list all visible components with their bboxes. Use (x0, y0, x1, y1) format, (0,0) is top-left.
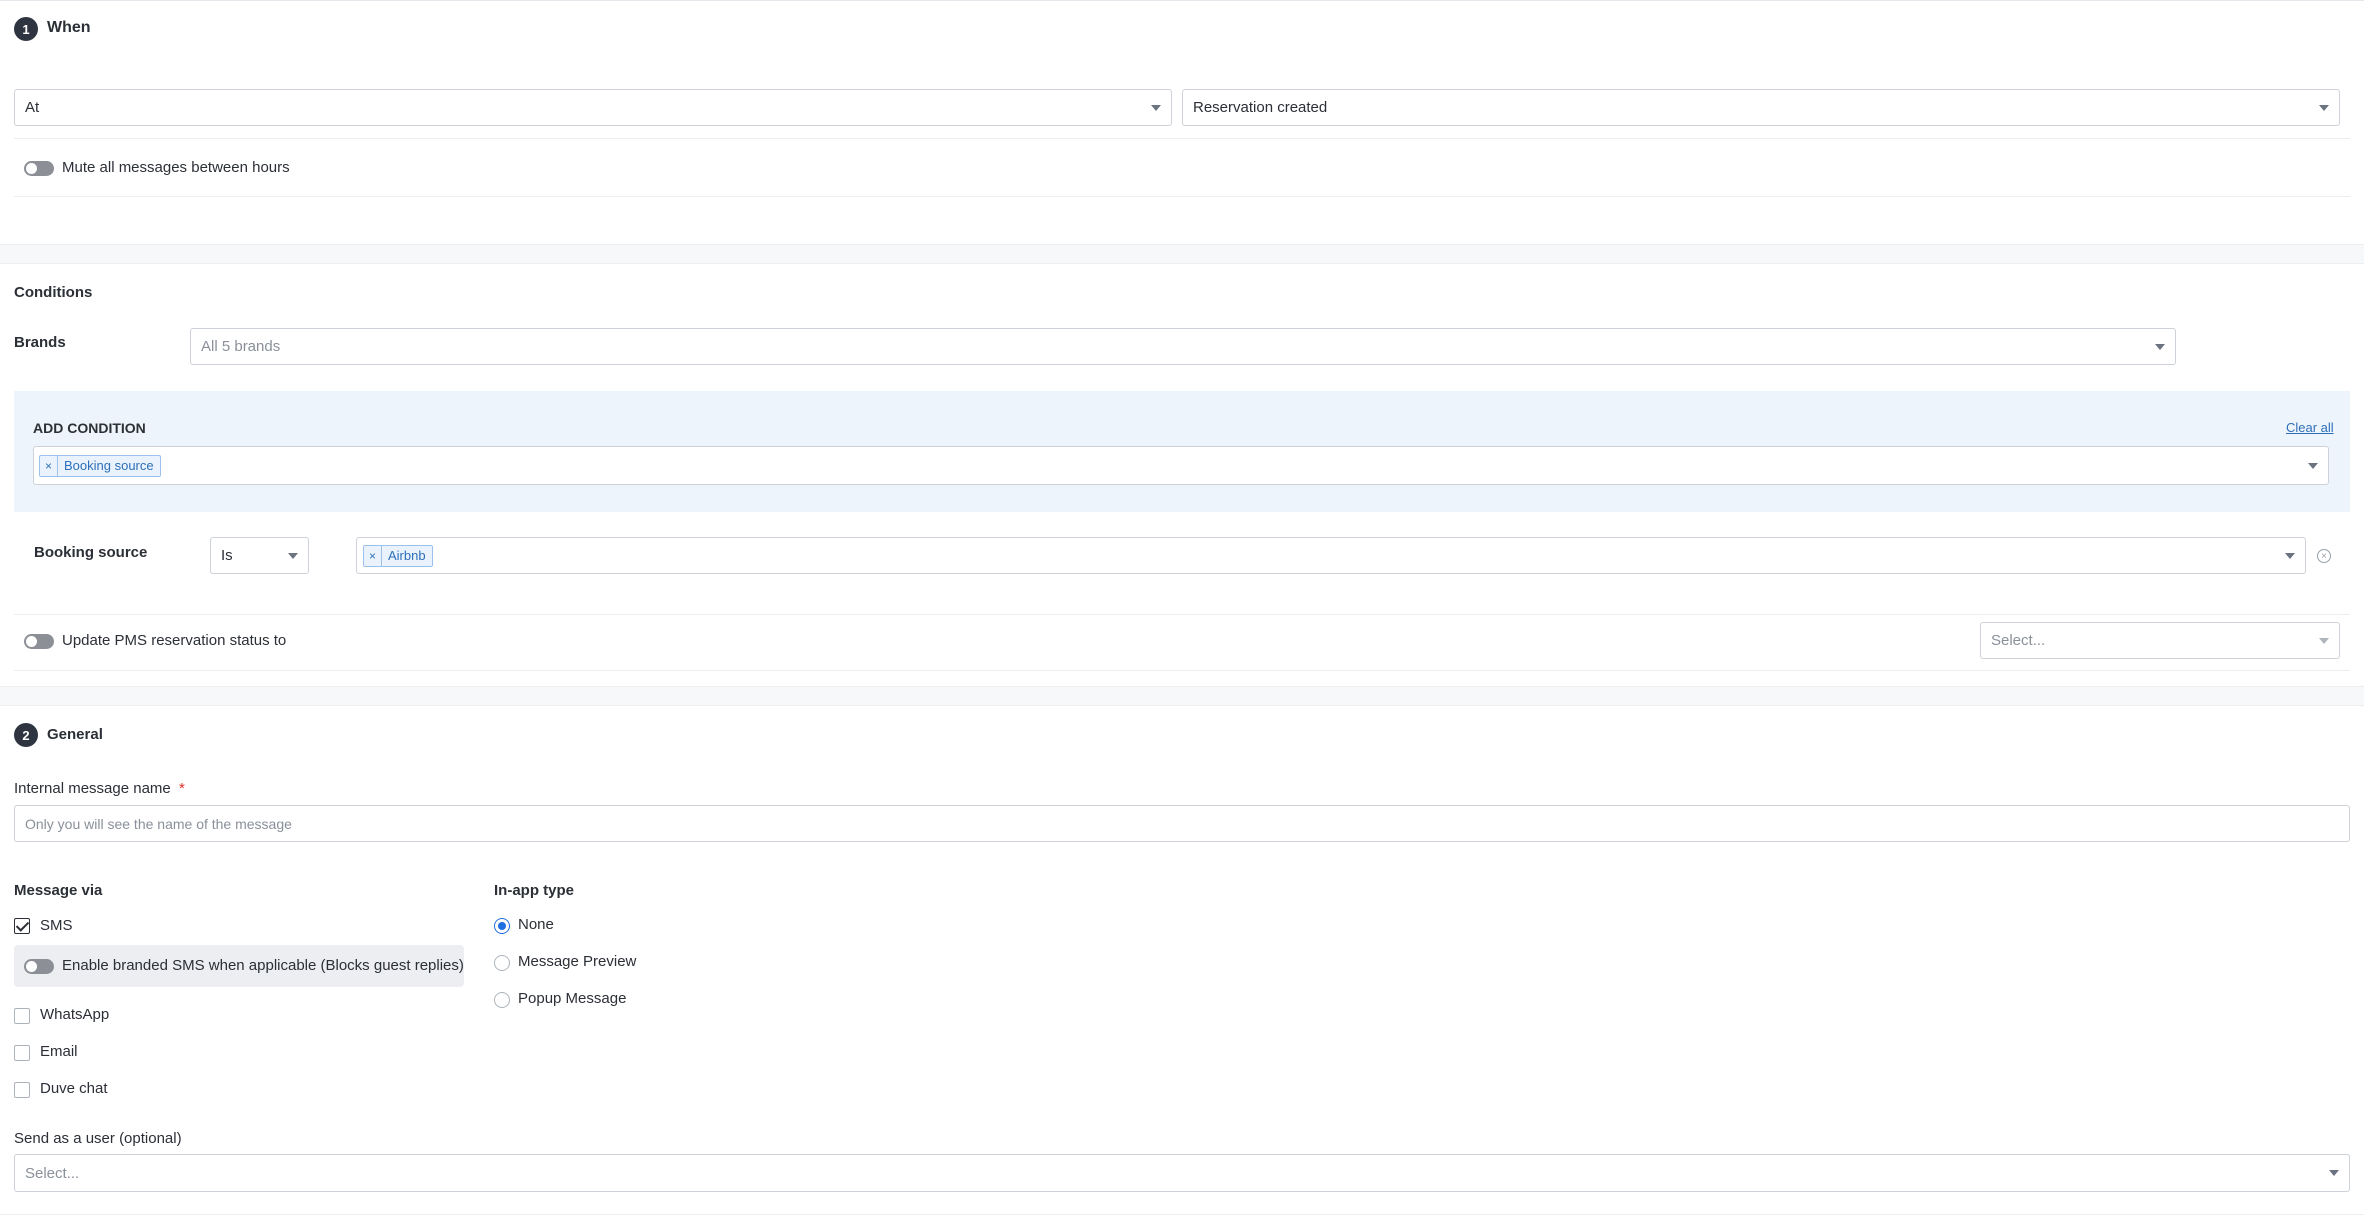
branded-sms-label: Enable branded SMS when applicable (Bloc… (62, 957, 464, 974)
whatsapp-label: WhatsApp (40, 1006, 110, 1023)
branded-sms-toggle[interactable] (24, 959, 54, 974)
divider (14, 138, 2350, 139)
timing-select-value: At (25, 99, 40, 116)
inapp-radio-popup-message[interactable] (494, 992, 510, 1008)
brands-select[interactable]: All 5 brands (190, 328, 2176, 365)
divider (14, 614, 2350, 615)
duve-chat-label: Duve chat (40, 1080, 108, 1097)
email-label: Email (40, 1043, 78, 1060)
email-checkbox[interactable] (14, 1045, 30, 1061)
message-via-label: Message via (14, 882, 103, 899)
step-number-2: 2 (14, 723, 38, 747)
booking-source-values-select[interactable]: × Airbnb (356, 537, 2306, 574)
brands-select-placeholder: All 5 brands (201, 338, 281, 355)
chevron-down-icon (288, 552, 298, 559)
mute-label: Mute all messages between hours (62, 159, 290, 176)
booking-source-label: Booking source (34, 544, 148, 561)
update-pms-label: Update PMS reservation status to (62, 632, 287, 649)
chevron-down-icon (2319, 104, 2329, 111)
condition-type-select[interactable]: × Booking source (33, 446, 2329, 485)
bottom-divider (0, 1214, 2364, 1215)
value-tag-airbnb: × Airbnb (363, 544, 433, 567)
internal-name-label-text: Internal message name (14, 780, 171, 797)
add-condition-panel: ADD CONDITION Clear all × Booking source (14, 391, 2350, 512)
timing-select[interactable]: At (14, 89, 1172, 126)
inapp-option-label: None (518, 916, 554, 933)
inapp-option-label: Message Preview (518, 953, 637, 970)
chevron-down-icon (2308, 462, 2318, 469)
value-tag-label: Airbnb (388, 548, 426, 563)
operator-select-value: Is (221, 547, 233, 564)
inapp-type-label: In-app type (494, 882, 575, 899)
event-select-value: Reservation created (1193, 99, 1328, 116)
remove-tag-icon[interactable]: × (40, 455, 58, 476)
required-mark: * (178, 780, 185, 797)
add-condition-title: ADD CONDITION (33, 420, 146, 436)
duve-chat-checkbox[interactable] (14, 1082, 30, 1098)
inapp-radio-none[interactable] (494, 918, 510, 934)
send-as-placeholder: Select... (25, 1164, 80, 1182)
general-heading: General (47, 726, 103, 743)
send-as-label: Send as a user (optional) (14, 1130, 182, 1147)
inapp-option-label: Popup Message (518, 990, 627, 1007)
sms-checkbox[interactable] (14, 918, 30, 934)
remove-tag-icon[interactable]: × (364, 545, 382, 566)
clear-all-link[interactable]: Clear all (2286, 420, 2334, 435)
internal-name-input[interactable] (14, 805, 2350, 842)
inapp-radio-message-preview[interactable] (494, 955, 510, 971)
divider (14, 196, 2350, 197)
internal-name-label: Internal message name * (14, 780, 185, 797)
mute-toggle[interactable] (24, 161, 54, 176)
event-select[interactable]: Reservation created (1182, 89, 2340, 126)
chevron-down-icon (1151, 104, 1161, 111)
branded-sms-panel: Enable branded SMS when applicable (Bloc… (14, 945, 464, 987)
step-number-1: 1 (14, 17, 38, 41)
section-separator (0, 686, 2364, 706)
brands-label: Brands (14, 334, 66, 351)
condition-tag-booking-source: × Booking source (39, 454, 161, 477)
when-heading: When (47, 19, 91, 36)
condition-tags: × Booking source (39, 454, 2300, 477)
chevron-down-icon (2319, 637, 2329, 644)
condition-tag-label: Booking source (64, 458, 154, 473)
chevron-down-icon (2155, 343, 2165, 350)
conditions-heading: Conditions (14, 284, 93, 301)
chevron-down-icon (2285, 552, 2295, 559)
whatsapp-checkbox[interactable] (14, 1008, 30, 1024)
section-separator (0, 244, 2364, 264)
operator-select[interactable]: Is (210, 537, 309, 574)
update-pms-toggle[interactable] (24, 634, 54, 649)
chevron-down-icon (2329, 1170, 2339, 1176)
top-divider (0, 0, 2364, 1)
send-as-select[interactable]: Select... (14, 1154, 2350, 1192)
booking-source-tags: × Airbnb (363, 544, 2277, 567)
remove-condition-icon[interactable]: × (2317, 549, 2331, 563)
divider (14, 670, 2350, 671)
pms-status-select[interactable]: Select... (1980, 622, 2340, 659)
sms-label: SMS (40, 917, 73, 934)
pms-status-placeholder: Select... (1991, 632, 2046, 649)
